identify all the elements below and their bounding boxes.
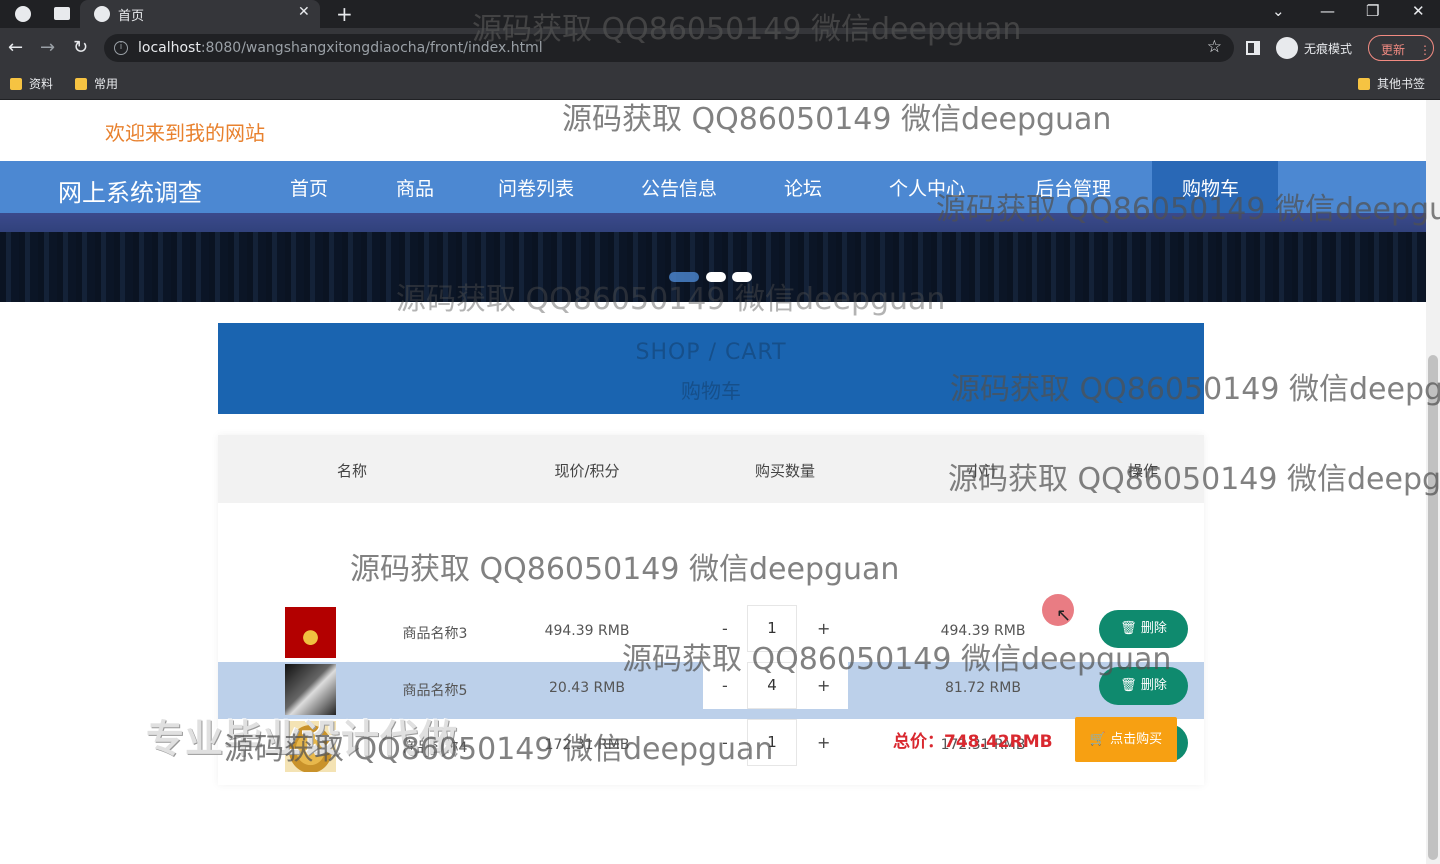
- nav-admin[interactable]: 后台管理: [1035, 174, 1111, 201]
- quantity-stepper: - 1 +: [703, 719, 848, 766]
- nav-surveys[interactable]: 问卷列表: [498, 174, 574, 201]
- header-subtotal: 小计: [967, 462, 999, 480]
- chevron-down-icon[interactable]: ⌄: [1272, 2, 1285, 20]
- delete-button[interactable]: 🗑 删除: [1099, 667, 1188, 705]
- product-price: 494.39 RMB: [544, 623, 630, 639]
- folder-icon: [10, 77, 22, 90]
- header-actions: 操作: [1127, 462, 1159, 480]
- close-icon[interactable]: ✕: [298, 4, 310, 20]
- nav-forum[interactable]: 论坛: [784, 174, 822, 201]
- qty-plus-button[interactable]: +: [817, 619, 830, 638]
- forward-arrow-icon[interactable]: →: [40, 37, 55, 58]
- browser-toolbar: ← → ↻ i localhost:8080/wangshangxitongdi…: [0, 28, 1440, 68]
- nav-profile[interactable]: 个人中心: [889, 174, 965, 201]
- web-page: 欢迎来到我的网站 网上系统调查 首页 商品 问卷列表 公告信息 论坛 个人中心 …: [0, 100, 1440, 864]
- folder-icon: [75, 77, 87, 90]
- reload-icon[interactable]: ↻: [73, 37, 88, 58]
- welcome-text: 欢迎来到我的网站: [105, 121, 265, 145]
- cart-title-zh: 购物车: [681, 379, 741, 403]
- globe-icon: [94, 6, 110, 22]
- carousel-dot-2[interactable]: [706, 272, 726, 282]
- trash-icon: 🗑: [1120, 678, 1137, 693]
- side-panel-icon[interactable]: [1246, 41, 1260, 55]
- incognito-icon: [1276, 37, 1298, 59]
- qty-plus-button[interactable]: +: [817, 676, 830, 695]
- incognito-indicator: 无痕模式: [1276, 36, 1352, 60]
- nav-cart[interactable]: 购物车: [1182, 174, 1239, 201]
- bookmark-star-icon[interactable]: ☆: [1207, 37, 1222, 57]
- delete-button[interactable]: 🗑 删除: [1099, 610, 1188, 648]
- hero-banner: [0, 213, 1426, 302]
- site-brand[interactable]: 网上系统调查: [58, 173, 202, 208]
- bookmark-folder-changyong[interactable]: 常用: [75, 75, 118, 92]
- chrome-menu-icon[interactable]: [15, 6, 31, 22]
- qty-input[interactable]: 1: [747, 605, 797, 652]
- url-text: localhost:8080/wangshangxitongdiaocha/fr…: [138, 40, 543, 56]
- mouse-cursor-icon: ↖: [1056, 605, 1072, 626]
- page-scrollbar[interactable]: [1426, 100, 1440, 864]
- qty-minus-button[interactable]: -: [722, 676, 728, 695]
- carousel-dot-3[interactable]: [732, 272, 752, 282]
- maximize-button[interactable]: ❐: [1366, 2, 1379, 20]
- cart-icon: 🛒: [1089, 732, 1107, 747]
- qty-input[interactable]: 1: [747, 719, 797, 766]
- cart-header: SHOP / CART 购物车: [218, 323, 1204, 414]
- quantity-stepper: - 4 +: [703, 662, 848, 709]
- trash-icon: 🗑: [1120, 621, 1137, 636]
- bookmarks-bar: 资料 常用 其他书签: [0, 68, 1440, 100]
- header-price: 现价/积分: [554, 462, 620, 480]
- address-bar[interactable]: i localhost:8080/wangshangxitongdiaocha/…: [104, 34, 1234, 62]
- info-icon[interactable]: i: [114, 41, 128, 55]
- product-subtotal: 81.72 RMB: [945, 680, 1021, 696]
- carousel-dot-1[interactable]: [669, 272, 699, 282]
- nav-notices[interactable]: 公告信息: [641, 174, 717, 201]
- promo-overlay-text: 专业毕业设计代做: [146, 717, 459, 761]
- incognito-label: 无痕模式: [1304, 41, 1353, 56]
- product-price: 172.31 RMB: [544, 737, 630, 753]
- minimize-button[interactable]: —: [1320, 2, 1335, 20]
- window-close-button[interactable]: ✕: [1412, 2, 1425, 20]
- nav-products[interactable]: 商品: [396, 174, 434, 201]
- back-arrow-icon[interactable]: ←: [8, 37, 23, 58]
- nav-home[interactable]: 首页: [290, 174, 328, 201]
- forest-image: [0, 232, 1426, 302]
- bookmark-folder-ziliao[interactable]: 资料: [10, 75, 53, 92]
- product-price: 20.43 RMB: [549, 680, 625, 696]
- product-subtotal: 494.39 RMB: [940, 623, 1026, 639]
- browser-tab[interactable]: 首页 ✕: [80, 0, 320, 28]
- total-price: 总价：748.42RMB: [893, 732, 1053, 752]
- other-bookmarks[interactable]: 其他书签: [1358, 75, 1425, 92]
- table-header: 名称 现价/积分 购买数量 小计 操作: [218, 435, 1204, 503]
- product-name: 商品名称5: [402, 683, 468, 699]
- update-button[interactable]: 更新 ⋮: [1368, 35, 1434, 61]
- scrollbar-thumb[interactable]: [1428, 355, 1438, 860]
- qty-minus-button[interactable]: -: [722, 733, 728, 752]
- quantity-stepper: - 1 +: [703, 605, 848, 652]
- browser-tab-bar: 首页 ✕ + ⌄ — ❐ ✕: [0, 0, 1440, 28]
- qty-plus-button[interactable]: +: [817, 733, 830, 752]
- buy-button[interactable]: 🛒 点击购买: [1075, 717, 1177, 762]
- new-tab-button[interactable]: +: [336, 2, 353, 26]
- tab-search-icon[interactable]: [54, 7, 70, 20]
- tab-title: 首页: [118, 9, 145, 24]
- qty-minus-button[interactable]: -: [722, 619, 728, 638]
- header-name: 名称: [336, 462, 368, 480]
- cart-title-en: SHOP / CART: [635, 340, 787, 365]
- folder-icon: [1358, 77, 1370, 90]
- qty-input[interactable]: 4: [747, 662, 797, 709]
- product-name: 商品名称3: [402, 626, 468, 642]
- main-nav: 网上系统调查 首页 商品 问卷列表 公告信息 论坛 个人中心 后台管理 购物车: [0, 161, 1426, 213]
- header-qty: 购买数量: [754, 462, 816, 480]
- product-image[interactable]: [285, 607, 336, 658]
